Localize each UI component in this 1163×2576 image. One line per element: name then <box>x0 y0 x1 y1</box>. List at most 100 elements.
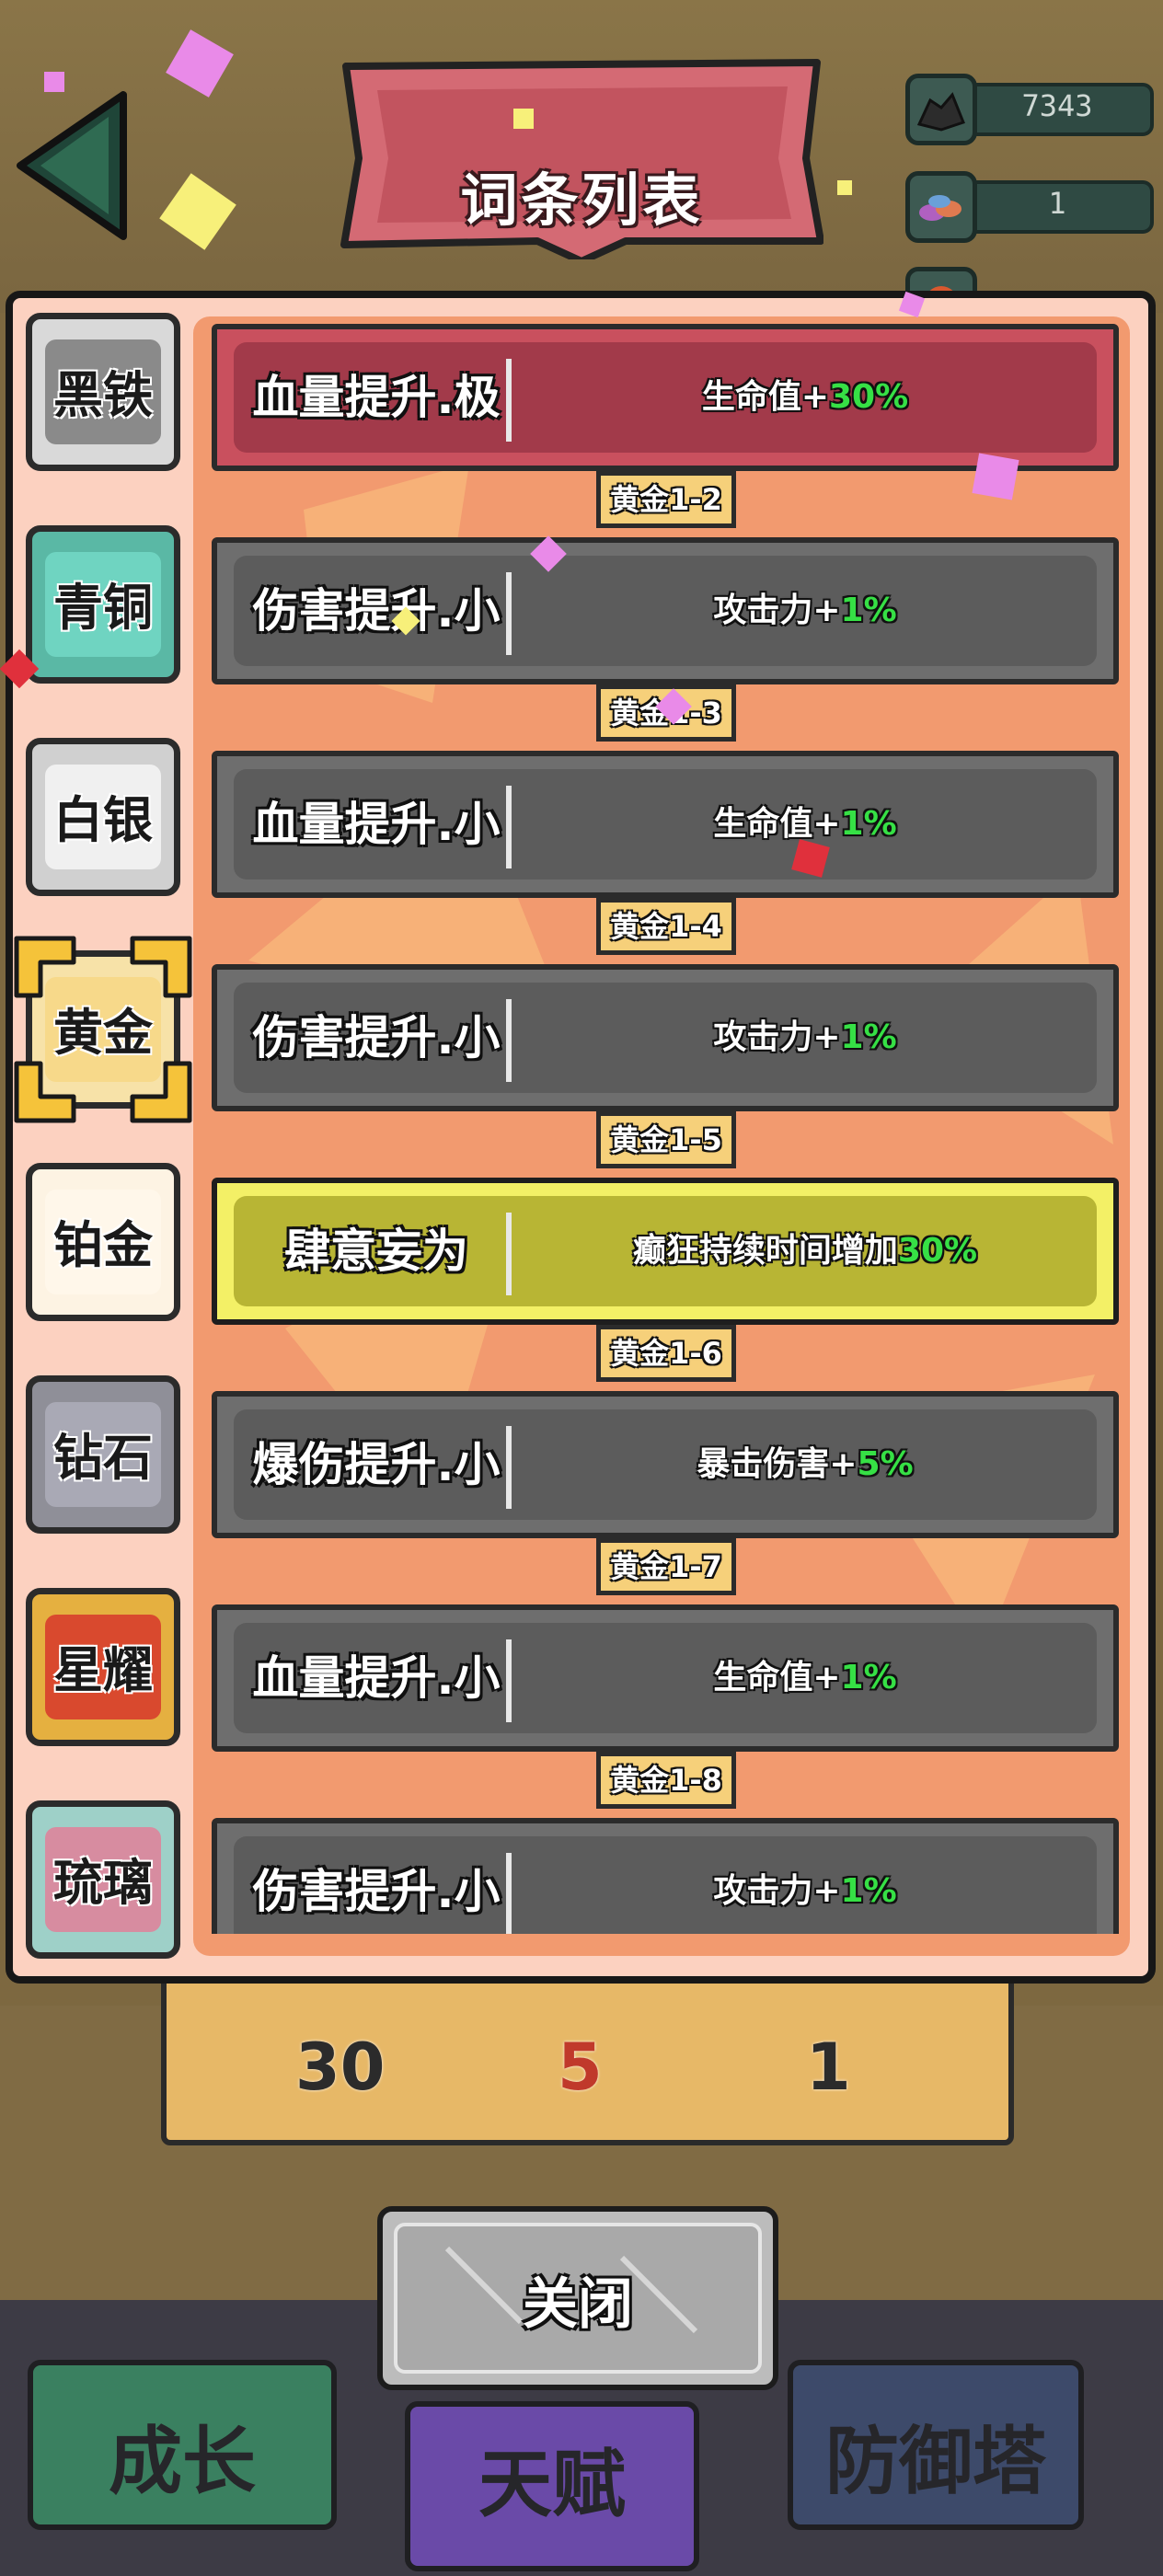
affix-name: 伤害提升.小 <box>252 1011 501 1064</box>
tier-tab-glaze[interactable]: 琉璃 <box>26 1800 180 1959</box>
affix-effect: 攻击力+1% <box>513 1836 1097 1934</box>
tier-tab-bronze[interactable]: 青铜 <box>26 525 180 684</box>
affix-row-clip: 伤害提升.小 攻击力+1% <box>212 1818 1119 1934</box>
nav-talent-label: 天赋 <box>478 2442 626 2527</box>
affix-name: 肆意妄为 <box>284 1225 468 1278</box>
nav-tower-label: 防御塔 <box>825 2419 1046 2504</box>
affix-row-inner: 血量提升.极 生命值+30% <box>234 342 1097 453</box>
level-tag: 黄金1-5 <box>596 1111 736 1168</box>
affix-effect-value: 1% <box>840 1872 897 1910</box>
tier-label-platinum: 铂金 <box>53 1216 153 1274</box>
close-button[interactable]: 关闭 <box>377 2206 778 2390</box>
tier-label-bronze: 青铜 <box>53 579 153 637</box>
affix-row[interactable]: 血量提升.小 生命值+1% <box>212 1604 1119 1752</box>
affix-name: 血量提升.小 <box>252 798 501 851</box>
tier-label-iron: 黑铁 <box>53 366 153 424</box>
page-title: 词条列表 <box>460 167 704 234</box>
affix-row[interactable]: 爆伤提升.小 暴击伤害+5% <box>212 1391 1119 1538</box>
affix-effect: 生命值+1% <box>513 1623 1097 1733</box>
tier-tab-silver[interactable]: 白银 <box>26 738 180 896</box>
affix-effect-value: 1% <box>840 1018 897 1056</box>
affix-effect-text: 攻击力+ <box>713 1872 841 1910</box>
reward-panel: 30 5 1 <box>161 1969 1014 2145</box>
affix-row-highlighted[interactable]: 肆意妄为 癫狂持续时间增加30% <box>212 1178 1119 1325</box>
affix-name: 伤害提升.小 <box>252 1865 501 1918</box>
divider <box>506 1426 512 1509</box>
reward-count-crystal: 1 <box>806 2030 851 2105</box>
affix-effect-value: 30% <box>829 378 909 416</box>
nav-growth-button[interactable]: 成长 <box>28 2360 337 2530</box>
affix-row-inner: 血量提升.小 生命值+1% <box>234 1623 1097 1733</box>
divider <box>506 572 512 655</box>
affix-name: 伤害提升.小 <box>252 584 501 638</box>
affix-effect-value: 1% <box>840 592 897 629</box>
nav-talent-button[interactable]: 天赋 <box>405 2401 699 2571</box>
tier-tab-platinum[interactable]: 铂金 <box>26 1163 180 1321</box>
resource-coal: 7343 <box>905 74 1163 145</box>
close-button-label: 关闭 <box>523 2272 633 2337</box>
affix-row-inner: 伤害提升.小 攻击力+1% <box>234 1836 1097 1934</box>
confetti <box>972 453 1019 500</box>
confetti <box>513 109 534 129</box>
affix-row[interactable]: 伤害提升.小 攻击力+1% <box>212 537 1119 684</box>
affix-effect-text: 攻击力+ <box>713 592 841 629</box>
level-tag-label: 黄金1-7 <box>610 1549 722 1584</box>
nav-tower-button[interactable]: 防御塔 <box>788 2360 1084 2530</box>
affix-effect-text: 攻击力+ <box>713 1018 841 1056</box>
affix-row-inner: 爆伤提升.小 暴击伤害+5% <box>234 1409 1097 1520</box>
back-arrow-icon[interactable] <box>13 87 132 244</box>
confetti <box>837 180 852 195</box>
divider <box>506 1639 512 1722</box>
affix-effect: 攻击力+1% <box>513 556 1097 666</box>
tier-label-silver: 白银 <box>53 791 153 849</box>
level-tag: 黄金1-8 <box>596 1752 736 1809</box>
selected-tier-corners <box>14 936 192 1123</box>
affix-effect-value: 1% <box>840 805 897 843</box>
title-banner: 词条列表 <box>340 57 824 265</box>
affix-name: 爆伤提升.小 <box>252 1438 501 1491</box>
affix-row-inner: 血量提升.小 生命值+1% <box>234 769 1097 880</box>
divider <box>506 786 512 868</box>
tier-label-diamond: 钻石 <box>53 1429 153 1487</box>
level-tag-label: 黄金1-4 <box>610 909 722 944</box>
affix-name: 血量提升.极 <box>252 371 501 424</box>
affix-row[interactable]: 伤害提升.小 攻击力+1% <box>212 1818 1119 1934</box>
affix-effect-value: 1% <box>840 1659 897 1696</box>
level-tag: 黄金1-4 <box>596 898 736 955</box>
affix-effect: 生命值+30% <box>513 342 1097 453</box>
nav-growth-label: 成长 <box>109 2419 256 2504</box>
divider <box>506 999 512 1082</box>
confetti <box>44 72 64 92</box>
level-tag: 黄金1-2 <box>596 471 736 528</box>
affix-effect-text: 癫狂持续时间增加 <box>632 1232 898 1270</box>
affix-effect: 攻击力+1% <box>513 983 1097 1093</box>
affix-effect-value: 5% <box>857 1445 914 1483</box>
affix-row-inner: 伤害提升.小 攻击力+1% <box>234 983 1097 1093</box>
tier-label-star: 星耀 <box>53 1641 153 1699</box>
tier-tab-iron[interactable]: 黑铁 <box>26 313 180 471</box>
affix-row[interactable]: 血量提升.小 生命值+1% <box>212 751 1119 898</box>
affix-effect-text: 生命值+ <box>701 378 829 416</box>
tier-tab-star[interactable]: 星耀 <box>26 1588 180 1746</box>
divider <box>506 1213 512 1295</box>
level-tag-label: 黄金1-8 <box>610 1763 722 1798</box>
affix-row-inner: 肆意妄为 癫狂持续时间增加30% <box>234 1196 1097 1306</box>
tier-tab-diamond[interactable]: 钻石 <box>26 1375 180 1534</box>
level-tag-label: 黄金1-2 <box>610 482 722 517</box>
reward-count-gems: 5 <box>558 2030 603 2105</box>
level-tag-label: 黄金1-5 <box>610 1122 722 1157</box>
game-scene: 词条列表 7343 1 30 5 1 成长 天赋 防御塔 黑铁 青铜 白银 黄金… <box>0 0 1163 2576</box>
affix-effect: 暴击伤害+5% <box>513 1409 1097 1520</box>
level-tag: 黄金1-6 <box>596 1325 736 1382</box>
affix-row[interactable]: 血量提升.极 生命值+30% <box>212 324 1119 471</box>
resource-gems-value: 1 <box>1048 186 1066 221</box>
affix-effect-value: 30% <box>897 1232 978 1270</box>
divider <box>506 359 512 442</box>
reward-count-iron: 30 <box>295 2030 386 2105</box>
affix-name: 血量提升.小 <box>252 1651 501 1705</box>
resource-gems: 1 <box>905 171 1163 243</box>
level-tag: 黄金1-7 <box>596 1538 736 1595</box>
affix-effect-text: 生命值+ <box>713 1659 841 1696</box>
affix-row[interactable]: 伤害提升.小 攻击力+1% <box>212 964 1119 1111</box>
resource-coal-value: 7343 <box>1021 88 1093 123</box>
